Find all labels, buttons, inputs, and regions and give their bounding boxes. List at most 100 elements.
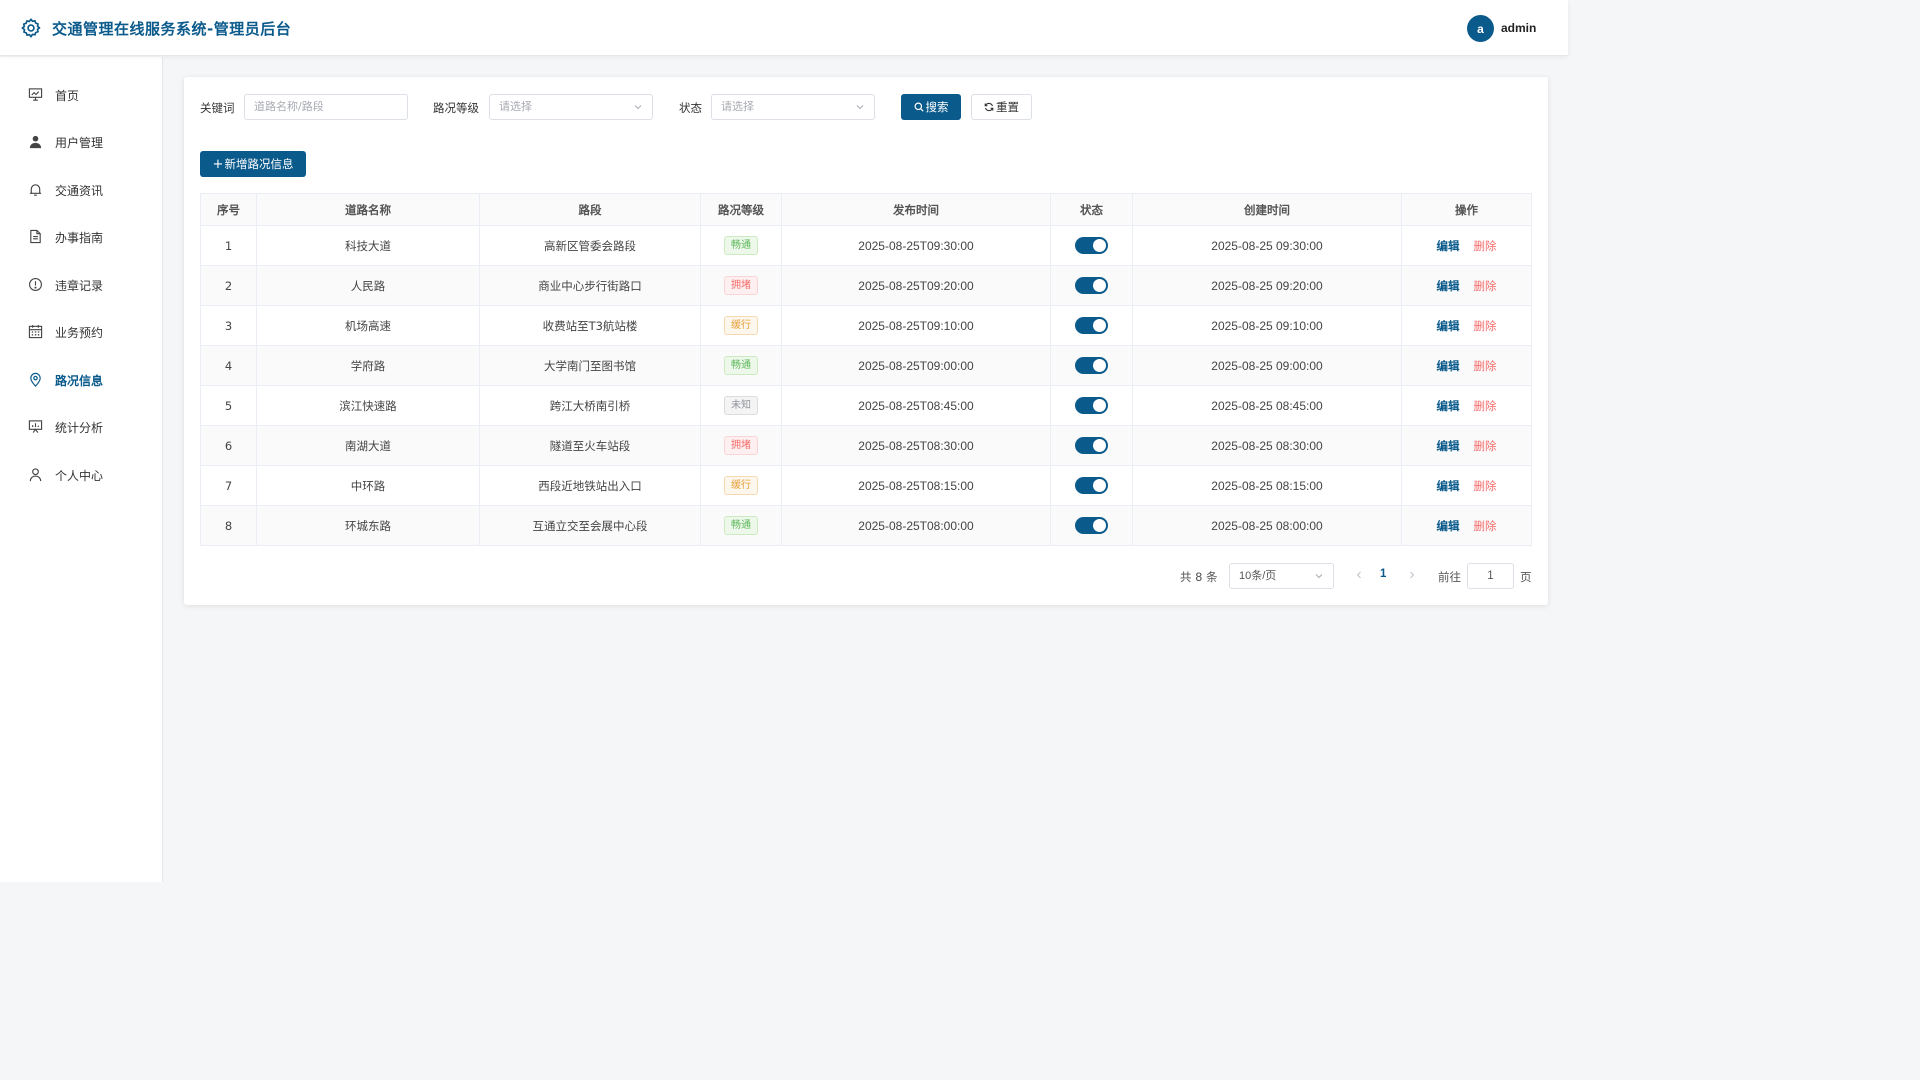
search-button-label: 搜索 <box>925 100 949 114</box>
toggle-knob <box>1093 239 1106 252</box>
sidebar-item-statistics[interactable]: 统计分析 <box>0 411 162 441</box>
page-number-current[interactable]: 1 <box>1380 568 1386 580</box>
cell-actions: 编辑 删除 <box>1401 425 1532 466</box>
sidebar-item-guide[interactable]: 办事指南 <box>0 221 162 251</box>
cell-no: 1 <box>200 225 257 266</box>
status-toggle[interactable] <box>1075 237 1108 254</box>
chart-board-icon <box>28 88 43 101</box>
cell-level: 未知 <box>700 385 782 426</box>
cell-created-time: 2025-08-25 09:10:00 <box>1132 305 1402 346</box>
delete-button[interactable]: 删除 <box>1474 278 1497 294</box>
cell-actions: 编辑 删除 <box>1401 265 1532 306</box>
status-toggle[interactable] <box>1075 357 1108 374</box>
edit-button[interactable]: 编辑 <box>1437 238 1460 254</box>
status-select[interactable]: 请选择 <box>711 94 875 120</box>
user-outline-icon <box>29 468 42 482</box>
cell-section: 商业中心步行街路口 <box>479 265 701 306</box>
delete-button[interactable]: 删除 <box>1474 478 1497 494</box>
cell-status <box>1050 465 1133 506</box>
reset-button[interactable]: 重置 <box>971 94 1032 120</box>
cell-section: 跨江大桥南引桥 <box>479 385 701 426</box>
chevron-left-icon[interactable] <box>1353 568 1365 582</box>
document-icon <box>30 229 41 244</box>
sidebar-item-traffic-news[interactable]: 交通资讯 <box>0 174 162 204</box>
username[interactable]: admin <box>1501 21 1536 35</box>
table-row: 5 滨江快速路 跨江大桥南引桥 未知 2025-08-25T08:45:00 2025-0… <box>200 385 1532 426</box>
chevron-down-icon <box>1315 574 1323 579</box>
cell-road: 滨江快速路 <box>256 385 480 426</box>
cell-section: 西段近地铁站出入口 <box>479 465 701 506</box>
table-row: 4 学府路 大学南门至图书馆 畅通 2025-08-25T09:00:00 2025-08… <box>200 345 1532 386</box>
keyword-input[interactable]: 道路名称/路段 <box>244 94 408 120</box>
page-size-value: 10条/页 <box>1239 570 1277 582</box>
cell-actions: 编辑 删除 <box>1401 505 1532 546</box>
status-toggle[interactable] <box>1075 397 1108 414</box>
cell-no: 4 <box>200 345 257 386</box>
cell-no: 2 <box>200 265 257 306</box>
cell-created-time: 2025-08-25 08:30:00 <box>1132 425 1402 466</box>
delete-button[interactable]: 删除 <box>1474 358 1497 374</box>
add-road-info-label: 新增路况信息 <box>224 157 294 171</box>
location-icon <box>30 372 41 387</box>
cell-actions: 编辑 删除 <box>1401 225 1532 266</box>
plus-icon: + <box>212 156 224 172</box>
column-header: 创建时间 <box>1132 193 1402 226</box>
cell-level: 拥堵 <box>700 425 782 466</box>
sidebar-item-appointment[interactable]: 业务预约 <box>0 316 162 346</box>
sidebar-item-label: 用户管理 <box>55 136 104 150</box>
bell-icon <box>29 184 42 196</box>
edit-button[interactable]: 编辑 <box>1437 478 1460 494</box>
goto-label: 前往 <box>1438 570 1461 584</box>
edit-button[interactable]: 编辑 <box>1437 358 1460 374</box>
sidebar-item-users[interactable]: 用户管理 <box>0 126 162 156</box>
table-row: 7 中环路 西段近地铁站出入口 缓行 2025-08-25T08:15:00 2025-0… <box>200 465 1532 506</box>
status-toggle[interactable] <box>1075 437 1108 454</box>
column-header: 发布时间 <box>781 193 1051 226</box>
cell-road: 学府路 <box>256 345 480 386</box>
sidebar-item-violations[interactable]: 违章记录 <box>0 269 162 299</box>
table-header-row: 序号 道路名称 路段 路况等级 发布时间 状态 创建时间 操作 <box>200 193 1532 226</box>
reset-button-label: 重置 <box>996 100 1019 114</box>
delete-button[interactable]: 删除 <box>1474 318 1497 334</box>
cell-section: 高新区管委会路段 <box>479 225 701 266</box>
sidebar-item-profile[interactable]: 个人中心 <box>0 459 162 489</box>
cell-created-time: 2025-08-25 09:30:00 <box>1132 225 1402 266</box>
delete-button[interactable]: 删除 <box>1474 238 1497 254</box>
user-icon <box>29 135 42 149</box>
delete-button[interactable]: 删除 <box>1474 398 1497 414</box>
cell-status <box>1050 385 1133 426</box>
goto-page-input[interactable]: 1 <box>1467 563 1514 589</box>
status-toggle[interactable] <box>1075 517 1108 534</box>
cell-created-time: 2025-08-25 09:20:00 <box>1132 265 1402 306</box>
avatar[interactable]: a <box>1467 15 1494 42</box>
sidebar-item-home[interactable]: 首页 <box>0 79 162 109</box>
status-toggle[interactable] <box>1075 277 1108 294</box>
table-row: 6 南湖大道 隧道至火车站段 拥堵 2025-08-25T08:30:00 2025-08… <box>200 425 1532 466</box>
page-size-select[interactable]: 10条/页 <box>1229 563 1334 589</box>
column-header: 操作 <box>1401 193 1532 226</box>
cell-no: 7 <box>200 465 257 506</box>
level-select[interactable]: 请选择 <box>489 94 653 120</box>
warning-icon <box>29 278 42 291</box>
delete-button[interactable]: 删除 <box>1474 518 1497 534</box>
cell-actions: 编辑 删除 <box>1401 305 1532 346</box>
edit-button[interactable]: 编辑 <box>1437 318 1460 334</box>
edit-button[interactable]: 编辑 <box>1437 438 1460 454</box>
cell-no: 8 <box>200 505 257 546</box>
chevron-right-icon[interactable] <box>1406 568 1418 582</box>
cell-status <box>1050 305 1133 346</box>
status-toggle[interactable] <box>1075 477 1108 494</box>
cell-publish-time: 2025-08-25T08:00:00 <box>781 505 1051 546</box>
add-road-info-button[interactable]: + 新增路况信息 <box>200 151 306 177</box>
search-button[interactable]: 搜索 <box>901 94 961 120</box>
cell-level: 缓行 <box>700 305 782 346</box>
edit-button[interactable]: 编辑 <box>1437 278 1460 294</box>
sidebar-item-road-info[interactable]: 路况信息 <box>0 364 162 394</box>
cell-status <box>1050 225 1133 266</box>
level-tag: 未知 <box>724 396 758 415</box>
edit-button[interactable]: 编辑 <box>1437 518 1460 534</box>
edit-button[interactable]: 编辑 <box>1437 398 1460 414</box>
delete-button[interactable]: 删除 <box>1474 438 1497 454</box>
cell-created-time: 2025-08-25 08:45:00 <box>1132 385 1402 426</box>
status-toggle[interactable] <box>1075 317 1108 334</box>
